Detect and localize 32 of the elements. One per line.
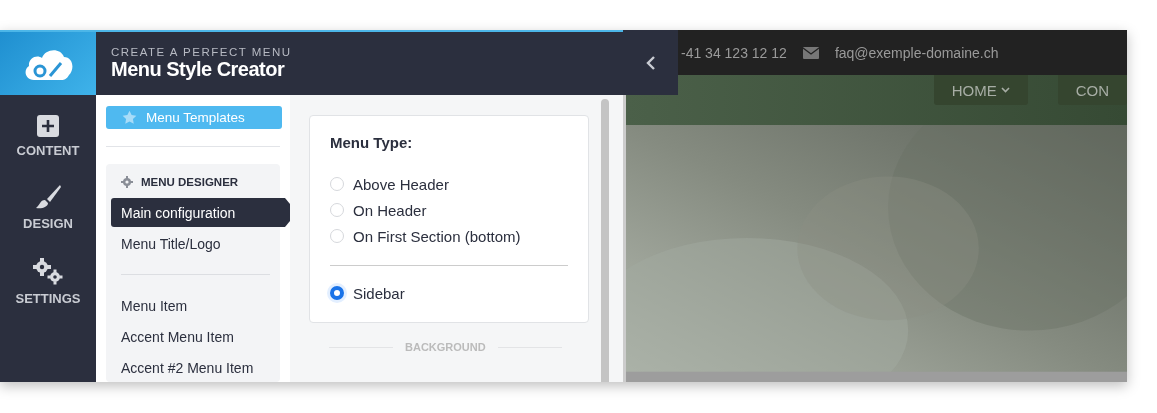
sidebar-item[interactable]: DESIGN — [23, 184, 73, 231]
radio-button[interactable] — [330, 286, 344, 300]
radio-option[interactable]: On Header — [330, 197, 427, 223]
chevron-left-icon — [645, 54, 656, 71]
menu-designer-item[interactable]: Main configuration — [111, 198, 290, 227]
header-title: Menu Style Creator — [111, 58, 286, 81]
designer-title: MENU DESIGNER — [141, 176, 239, 188]
menu-designer-item[interactable]: Menu Item — [111, 291, 290, 320]
scrollbar[interactable] — [601, 99, 609, 382]
nav-item[interactable]: HOME — [933, 75, 1028, 105]
caret-icon — [1000, 87, 1010, 93]
nav-item[interactable]: CON — [1057, 75, 1127, 105]
phone-number: -41 34 123 12 12 — [681, 44, 787, 61]
plus-icon — [37, 115, 59, 137]
email-address: faq@exemple-domaine.ch — [834, 44, 999, 61]
radio-option[interactable]: Above Header — [330, 171, 449, 197]
gear-icon — [121, 176, 133, 188]
header-subtitle: CREATE A PERFECT MENU — [111, 46, 293, 58]
menu-designer-item[interactable]: Accent #2 Menu Item — [111, 353, 290, 382]
back-button[interactable] — [623, 30, 678, 95]
brush-icon — [34, 184, 62, 210]
radio-option[interactable]: Sidebar — [330, 280, 405, 306]
sidebar-item[interactable]: CONTENT — [16, 115, 80, 158]
radio-option[interactable]: On First Section (bottom) — [330, 223, 521, 249]
menu-designer-item[interactable]: Menu Title/Logo — [111, 229, 290, 258]
menu-type-label: Menu Type: — [330, 134, 414, 151]
section-heading: BACKGROUND — [405, 341, 486, 353]
sidebar-item[interactable]: SETTINGS — [15, 257, 81, 306]
star-icon — [122, 110, 137, 126]
gears-icon — [32, 257, 64, 285]
envelope-icon — [802, 46, 819, 59]
menu-designer-item[interactable]: Accent Menu Item — [111, 322, 290, 351]
